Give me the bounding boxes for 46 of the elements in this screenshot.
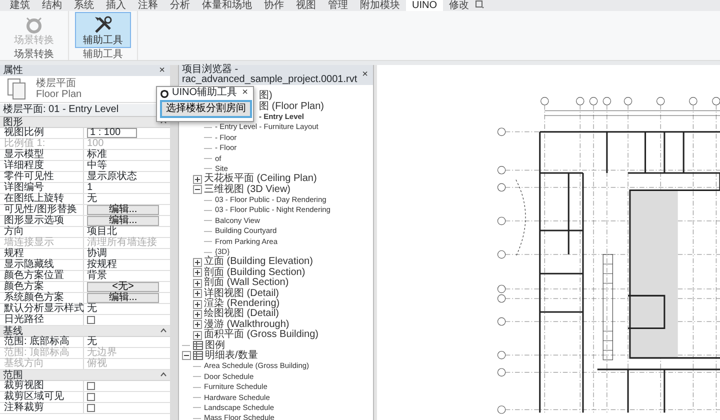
property-name: 在图纸上旋转 xyxy=(0,194,84,204)
property-name: 范围: 底部标高 xyxy=(0,337,84,347)
type-name: Floor Plan xyxy=(36,89,82,100)
property-name: 颜色方案 xyxy=(0,282,84,292)
property-name: 详图编号 xyxy=(0,183,84,193)
dialog-title: UINO辅助工具 xyxy=(172,88,238,98)
property-name: 方向 xyxy=(0,227,84,237)
property-name: 显示模型 xyxy=(0,150,84,160)
property-name: 墙连接显示 xyxy=(0,238,84,248)
property-name: 日光路径 xyxy=(0,315,84,325)
group-label: 场景转换 xyxy=(13,49,55,60)
property-value: 1 xyxy=(87,183,93,193)
property-name: 注释裁剪 xyxy=(0,403,84,413)
property-value: 按规程 xyxy=(87,260,117,270)
property-name: 详细程度 xyxy=(0,161,84,171)
property-value: 无边界 xyxy=(87,348,117,358)
property-value: 中等 xyxy=(87,161,107,171)
property-name: 范围: 顶部标高 xyxy=(0,348,84,358)
property-name: 可见性/图形替换 xyxy=(0,205,84,215)
property-name: 系统颜色方案 xyxy=(0,293,84,303)
property-value: 显示原状态 xyxy=(87,172,137,182)
property-name: 图形显示选项 xyxy=(0,216,84,226)
property-name: 显示隐藏线 xyxy=(0,260,84,270)
panel-title: 属性 xyxy=(3,65,23,76)
property-name: 基线方向 xyxy=(0,359,84,369)
property-value: 项目北 xyxy=(87,227,117,237)
property-value: 标准 xyxy=(87,150,107,160)
panel-title: 项目浏览器 - rac_advanced_sample_project.0001.rvt xyxy=(182,65,358,85)
group-label: 辅助工具 xyxy=(82,49,124,60)
property-name: 视图比例 xyxy=(0,128,84,138)
property-name: 裁剪区域可见 xyxy=(0,392,84,402)
property-value: 100 xyxy=(87,139,104,149)
property-name: 规程 xyxy=(0,249,84,259)
property-name: 比例值 1: xyxy=(0,139,84,149)
property-value: 无 xyxy=(87,304,97,314)
property-name: 零件可见性 xyxy=(0,172,84,182)
property-value: 背景 xyxy=(87,271,107,281)
property-name: 裁剪视图 xyxy=(0,381,84,391)
property-name: 默认分析显示样式 xyxy=(0,304,84,314)
property-value: 清理所有墙连接 xyxy=(87,238,157,248)
property-value: 无 xyxy=(87,337,97,347)
type-name: 楼层平面 xyxy=(36,78,77,89)
property-value: 协调 xyxy=(87,249,107,259)
property-name: 颜色方案位置 xyxy=(0,271,84,281)
property-value: 俯视 xyxy=(87,359,107,369)
property-value: 无 xyxy=(87,194,97,204)
